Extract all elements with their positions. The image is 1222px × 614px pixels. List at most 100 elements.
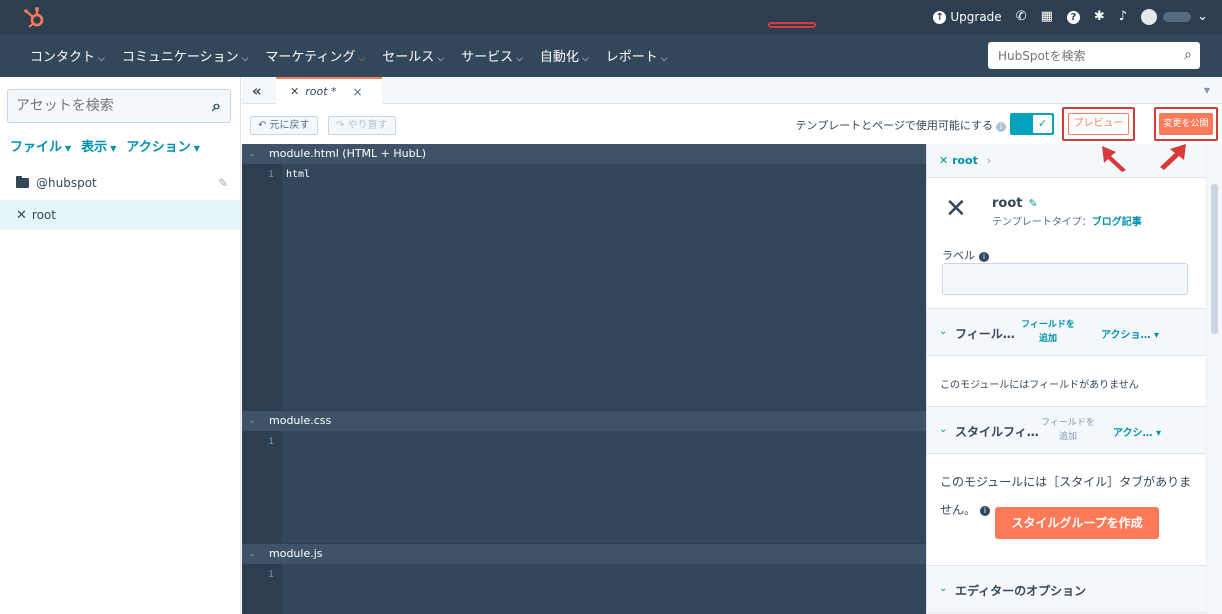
html-section: ⌄ module.html (HTML + HubL) 1 html (242, 144, 926, 410)
nav-label: サービス (461, 50, 514, 65)
template-type-label: テンプレートタイプ： (992, 217, 1092, 228)
pin-icon[interactable]: ✎ (218, 176, 228, 190)
label-input[interactable] (942, 263, 1188, 295)
editor-options-section-header[interactable]: ⌄ エディターのオプション (927, 565, 1206, 613)
label-field-label: ラベル i (942, 247, 989, 263)
nav-item-automation[interactable]: 自動化 ⌵ (540, 46, 589, 65)
fields-section-header[interactable]: ⌄ フィール… フィールドを追加 アクショ… ▾ (927, 308, 1206, 356)
section-header[interactable]: ⌄ module.html (HTML + HubL) (242, 144, 926, 164)
style-fields-section-header[interactable]: ⌄ スタイルフィ… フィールドを追加 アクシ… ▾ (927, 406, 1206, 454)
info-icon[interactable]: i (980, 505, 991, 516)
nav-item-contacts[interactable]: コンタクト ⌵ (30, 46, 105, 65)
scrollbar-thumb[interactable] (1211, 184, 1218, 334)
nav-label: レポート (605, 50, 658, 65)
section-title: module.css (269, 414, 332, 427)
actions-label: アクシ… (1113, 428, 1153, 439)
nav-item-marketing[interactable]: マーケティング ⌵ (265, 46, 365, 65)
nav-item-sales[interactable]: セールス ⌵ (382, 46, 444, 65)
nav-item-conversations[interactable]: コミュニケーション ⌵ (122, 46, 249, 65)
undo-button[interactable]: ↶ 元に戻す (250, 116, 318, 135)
file-tab-bar: « ✕ root * × ▼ (242, 77, 1222, 104)
js-code-input[interactable] (282, 564, 926, 614)
avatar (1141, 9, 1158, 25)
nav-label: 自動化 (539, 50, 579, 65)
info-icon[interactable]: i (996, 122, 1006, 132)
file-menu[interactable]: ファイル ▼ (10, 136, 71, 155)
tab-root[interactable]: ✕ root * × (276, 77, 382, 104)
help-icon[interactable]: ? (1066, 10, 1080, 24)
phone-icon[interactable]: ✆ (1016, 10, 1027, 24)
chevron-down-icon: ⌵ (241, 54, 249, 64)
caret-down-icon: ▼ (110, 144, 117, 153)
asset-search: ⌕ (7, 89, 231, 123)
chevron-down-icon: ⌵ (358, 54, 366, 64)
line-number: 1 (268, 570, 274, 580)
info-icon[interactable]: i (979, 252, 989, 262)
top-bar: ↑ Upgrade ✆ ▦ ? ✱ ♪ ⌄ (0, 0, 1222, 34)
close-tab-icon[interactable]: × (353, 85, 363, 99)
nav-label: マーケティング (265, 50, 356, 65)
actions-label: アクショ… (1101, 330, 1151, 341)
line-number: 1 (268, 170, 274, 180)
redo-button[interactable]: ↷ やり直す (328, 116, 396, 135)
collapse-sidebar-icon[interactable]: « (252, 82, 262, 100)
chevron-down-icon: ⌵ (437, 54, 445, 64)
publish-changes-button[interactable]: 変更を公開 (1159, 113, 1213, 135)
style-actions-menu[interactable]: アクシ… ▾ (1113, 424, 1161, 439)
template-type: テンプレートタイプ：ブログ記事 (992, 213, 1142, 228)
line-numbers: 1 (242, 164, 282, 410)
template-availability-toggle[interactable]: ✓ (1010, 113, 1054, 135)
search-icon[interactable]: ⌕ (1184, 47, 1192, 63)
tree-item-hubspot-folder[interactable]: @hubspot ✎ (0, 168, 240, 198)
caret-down-icon: ▼ (193, 144, 200, 153)
template-toggle-text: テンプレートとページで使用可能にする (795, 119, 993, 132)
line-numbers: 1 (242, 431, 282, 543)
pencil-icon[interactable]: ✎ (1029, 197, 1038, 210)
menu-label: ファイル (10, 140, 63, 155)
asset-search-input[interactable] (8, 90, 188, 122)
add-field-button[interactable]: フィールドを追加 (1021, 318, 1075, 346)
create-style-group-button[interactable]: スタイルグループを作成 (995, 507, 1159, 539)
section-title: フィール… (955, 327, 1015, 341)
menu-label: 表示 (81, 140, 108, 155)
template-type-value: ブログ記事 (1091, 217, 1142, 228)
line-number: 1 (268, 437, 274, 447)
marketplace-icon[interactable]: ▦ (1041, 10, 1053, 24)
menu-label: アクション (126, 140, 191, 155)
css-code-input[interactable] (282, 431, 926, 543)
section-header[interactable]: ⌄ module.css (242, 411, 926, 431)
notifications-icon[interactable]: ♪ (1119, 10, 1127, 24)
chevron-down-icon: ⌄ (939, 326, 948, 337)
nav-label: コミュニケーション (121, 50, 239, 65)
module-name: root (992, 196, 1023, 211)
section-header[interactable]: ⌄ module.js (242, 544, 926, 564)
html-code-input[interactable]: html (282, 164, 926, 410)
add-style-field-button[interactable]: フィールドを追加 (1041, 416, 1095, 444)
section-title: module.html (HTML + HubL) (269, 147, 427, 160)
global-search-input[interactable] (988, 42, 1168, 69)
fields-actions-menu[interactable]: アクショ… ▾ (1101, 326, 1159, 341)
account-menu[interactable]: ⌄ (1141, 9, 1208, 25)
nav-item-reports[interactable]: レポート ⌵ (606, 46, 668, 65)
chevron-down-icon: ⌄ (248, 416, 256, 426)
annotation-arrow-icon (1102, 146, 1126, 172)
template-availability-label: テンプレートとページで使用可能にする i (795, 117, 1006, 133)
nav-label: セールス (382, 50, 435, 65)
caret-down-icon[interactable]: ▼ (1204, 86, 1210, 95)
actions-menu[interactable]: アクション ▼ (126, 136, 200, 155)
settings-icon[interactable]: ✱ (1094, 10, 1105, 24)
preview-button[interactable]: プレビュー (1068, 113, 1129, 135)
search-icon[interactable]: ⌕ (212, 96, 221, 116)
module-title: root ✎ (992, 196, 1038, 211)
js-section: ⌄ module.js 1 (242, 544, 926, 614)
inspector-scrollbar[interactable] (1206, 144, 1222, 614)
upgrade-button[interactable]: ↑ Upgrade (933, 10, 1002, 24)
hubspot-logo-icon[interactable] (22, 6, 48, 28)
chevron-down-icon: ⌵ (660, 54, 668, 64)
view-menu[interactable]: 表示 ▼ (81, 136, 116, 155)
upgrade-label: Upgrade (950, 10, 1002, 24)
nav-item-service[interactable]: サービス ⌵ (461, 46, 523, 65)
chevron-down-icon: ⌵ (98, 54, 105, 64)
asset-sidebar: ⌕ ファイル▼ 表示▼ アクション▼ @hubspot ✎ ✕ root (0, 77, 241, 614)
tree-item-root-module[interactable]: ✕ root (0, 200, 240, 230)
